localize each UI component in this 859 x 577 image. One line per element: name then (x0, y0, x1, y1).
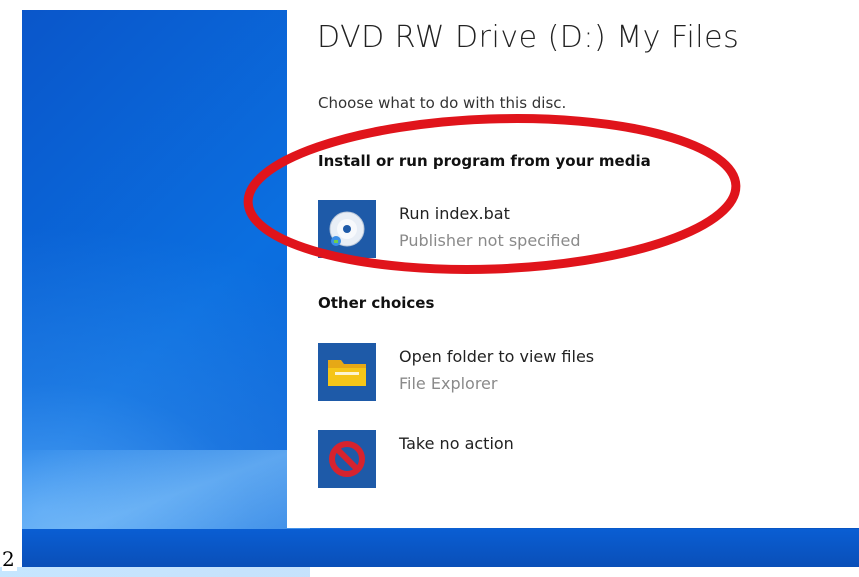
panel-subtitle: Choose what to do with this disc. (318, 94, 567, 112)
option-label: Open folder to view files (399, 347, 595, 366)
other-choices-heading: Other choices (318, 294, 435, 312)
option-sublabel: Publisher not specified (399, 231, 581, 250)
panel-title: DVD RW Drive (D:) My Files (317, 20, 740, 55)
no-action-icon (318, 430, 376, 488)
corner-label: 2 (2, 547, 17, 571)
disc-icon (318, 200, 376, 258)
autoplay-panel: DVD RW Drive (D:) My Files Choose what t… (287, 0, 859, 528)
taskbar (0, 529, 859, 567)
take-no-action-option[interactable]: Take no action (318, 430, 818, 492)
image-margin (0, 0, 22, 567)
open-folder-option[interactable]: Open folder to view files File Explorer (318, 343, 818, 405)
option-label: Run index.bat (399, 204, 510, 223)
option-sublabel: File Explorer (399, 374, 498, 393)
option-label: Take no action (399, 434, 514, 453)
run-index-bat-option[interactable]: Run index.bat Publisher not specified (318, 200, 818, 262)
install-section-heading: Install or run program from your media (318, 152, 651, 170)
folder-icon (318, 343, 376, 401)
